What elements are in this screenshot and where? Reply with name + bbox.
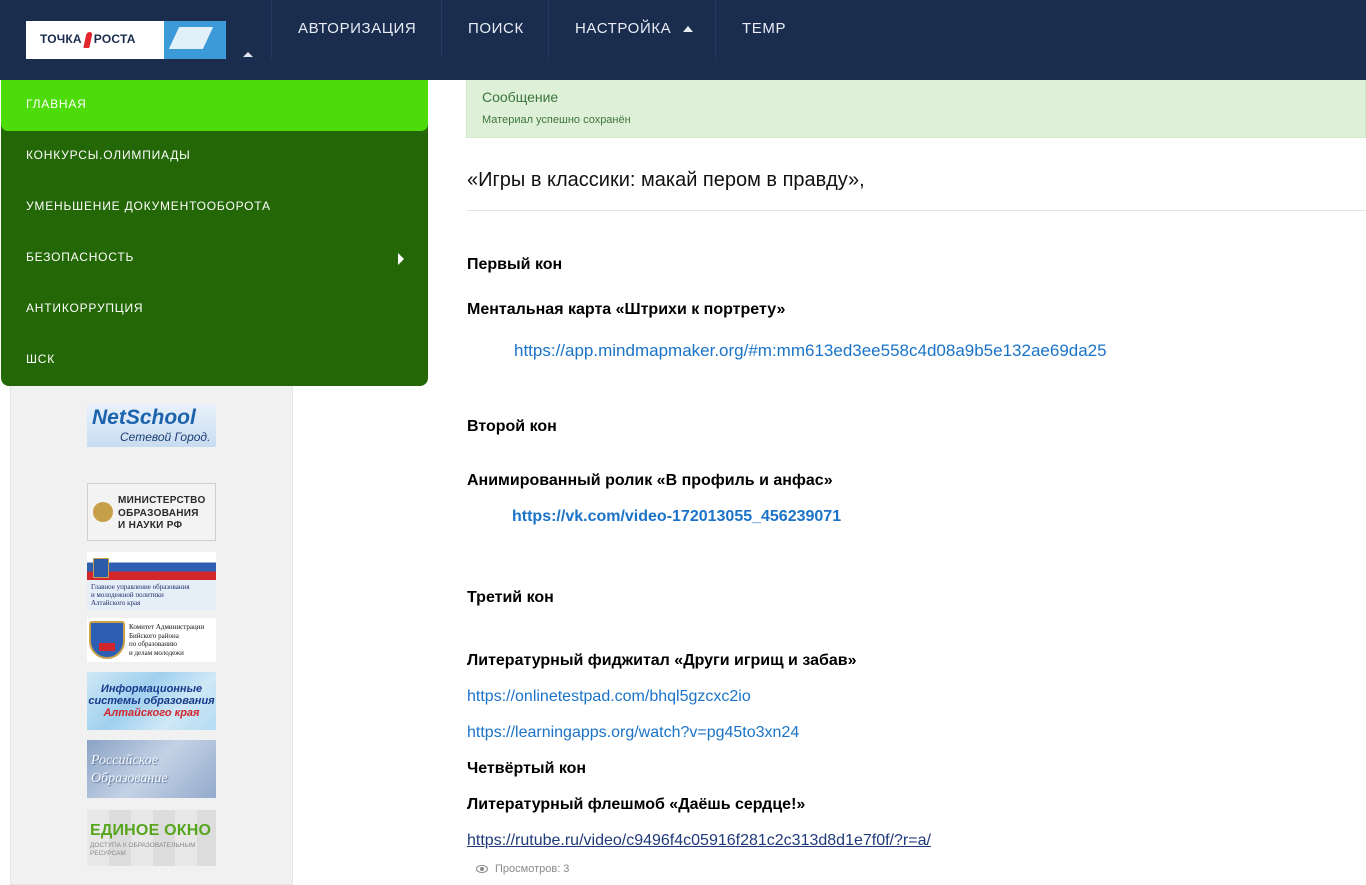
info-systems-text: Информационные системы образования Алтай… [88, 683, 215, 719]
netschool-subtitle: Сетевой Город. [120, 430, 211, 444]
top-navbar: ТОЧКА РОСТА АВТОРИЗАЦИЯ ПОИСК НАСТРОЙКА T… [0, 0, 1366, 80]
logo-text: ТОЧКА РОСТА [40, 32, 136, 48]
menu-item-home[interactable]: ГЛАВНАЯ [1, 80, 428, 131]
vk-video-link[interactable]: https://vk.com/video-172013055_456239071 [512, 508, 841, 526]
menu-item-contests[interactable]: КОНКУРСЫ.ОЛИМПИАДЫ [1, 131, 428, 182]
netschool-title: NetSchool [92, 406, 196, 429]
chevron-right-icon [398, 253, 404, 265]
ministry-text: МИНИСТЕРСТВО ОБРАЗОВАНИЯ И НАУКИ РФ [118, 495, 206, 531]
ministry-banner[interactable]: МИНИСТЕРСТВО ОБРАЗОВАНИЯ И НАУКИ РФ [87, 483, 216, 541]
coat-of-arms-icon [89, 621, 125, 659]
altai-education-text: Главное управление образования и молодеж… [91, 583, 190, 607]
info-systems-banner[interactable]: Информационные системы образования Алтай… [87, 672, 216, 730]
menu-item-school-sport-club[interactable]: ШСК [1, 335, 428, 386]
round-2-task: Анимированный ролик «В профиль и анфас» [467, 472, 833, 489]
single-window-title: ЕДИНОЕ ОКНО [90, 822, 212, 839]
message-title: Сообщение [482, 89, 559, 105]
nav-settings[interactable]: НАСТРОЙКА [548, 0, 719, 58]
nav-temp[interactable]: TEMP [715, 0, 812, 58]
mindmap-link[interactable]: https://app.mindmapmaker.org/#m:mm613ed3… [514, 341, 1107, 361]
biysk-committee-banner[interactable]: Комитет Администрации Бийского района по… [87, 618, 216, 662]
single-window-banner[interactable]: ЕДИНОЕ ОКНО ДОСТУПА К ОБРАЗОВАТЕЛЬНЫМ РЕ… [87, 810, 216, 866]
views-counter: Просмотров: 3 [476, 863, 569, 875]
menu-item-security[interactable]: БЕЗОПАСНОСТЬ [1, 233, 428, 284]
menu-item-anticorruption[interactable]: АНТИКОРРУПЦИЯ [1, 284, 428, 335]
round-1-task: Ментальная карта «Штрихи к портрету» [467, 301, 786, 318]
round-3-task: Литературный фиджитал «Други игрищ и заб… [467, 652, 857, 669]
netschool-banner[interactable]: NetSchool Сетевой Город. [87, 405, 216, 447]
nav-search[interactable]: ПОИСК [441, 0, 550, 58]
russian-education-banner[interactable]: Российское Образование [87, 740, 216, 798]
menu-item-document-reduction[interactable]: УМЕНЬШЕНИЕ ДОКУМЕНТООБОРОТА [1, 182, 428, 233]
nav-authorization[interactable]: АВТОРИЗАЦИЯ [271, 0, 442, 58]
flame-icon [83, 32, 93, 48]
biysk-committee-text: Комитет Администрации Бийского района по… [129, 623, 205, 657]
russian-education-text: Российское Образование [91, 753, 168, 786]
learningapps-link[interactable]: https://learningapps.org/watch?v=pg45to3… [467, 724, 799, 742]
round-4-task: Литературный флешмоб «Даёшь сердце!» [467, 796, 806, 813]
eagle-emblem-icon [93, 502, 113, 522]
site-logo[interactable]: ТОЧКА РОСТА [26, 21, 226, 59]
altai-education-banner[interactable]: Главное управление образования и молодеж… [87, 552, 216, 610]
round-3-heading: Третий кон [467, 589, 554, 606]
sidebar-banners: NetSchool Сетевой Город. МИНИСТЕРСТВО ОБ… [10, 386, 293, 885]
round-1-heading: Первый кон [467, 256, 563, 273]
rutube-link[interactable]: https://rutube.ru/video/c9496f4c05916f28… [467, 832, 931, 850]
round-4-heading: Четвёртый кон [467, 760, 587, 777]
onlinetestpad-link[interactable]: https://onlinetestpad.com/bhql5gzcxc2io [467, 688, 751, 706]
logo-badge-icon [164, 21, 226, 59]
title-divider [467, 210, 1366, 211]
message-text: Материал успешно сохранён [482, 114, 631, 126]
caret-up-icon[interactable] [243, 52, 253, 57]
article-title: «Игры в классики: макай пером в правду», [467, 169, 865, 191]
success-message: Сообщение Материал успешно сохранён [466, 80, 1366, 138]
coat-of-arms-icon [93, 558, 109, 578]
single-window-subtitle: ДОСТУПА К ОБРАЗОВАТЕЛЬНЫМ РЕСУРСАМ [90, 842, 196, 857]
eye-icon [476, 865, 488, 874]
main-menu: ГЛАВНАЯ КОНКУРСЫ.ОЛИМПИАДЫ УМЕНЬШЕНИЕ ДО… [1, 80, 428, 386]
caret-up-icon [683, 26, 694, 33]
round-2-heading: Второй кон [467, 418, 557, 435]
